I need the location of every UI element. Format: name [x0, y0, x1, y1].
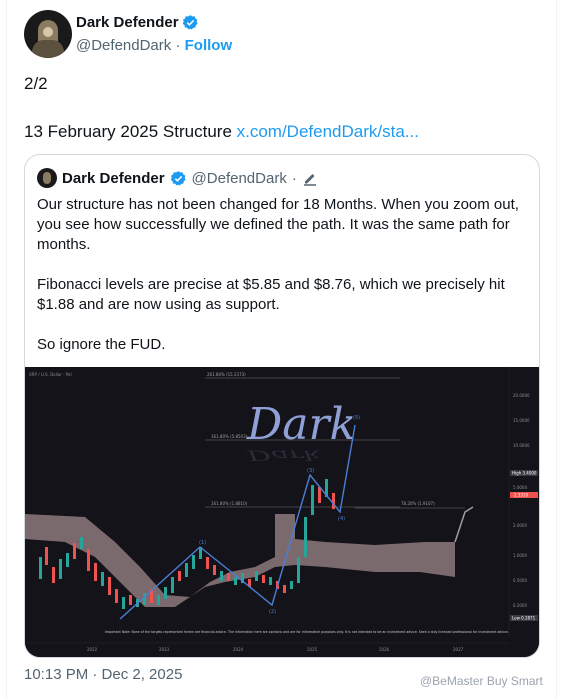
quote-paragraph: So ignore the FUD. — [37, 336, 166, 353]
low-price-tag: Low 0.2871 — [512, 616, 536, 621]
price-label: 0.5000 — [513, 578, 527, 583]
author-avatar[interactable] — [24, 10, 72, 58]
price-label: 15.0000 — [513, 418, 530, 423]
time-label: 2024 — [233, 647, 244, 652]
chart-title: XRP / U.S. Dollar · Pol — [29, 372, 72, 377]
time-label: 2027 — [453, 647, 464, 652]
verified-badge-icon — [182, 15, 198, 30]
author-names: Dark Defender @DefendDark · Follow — [76, 13, 232, 56]
chart-disclaimer: Important Note: None of the targets repr… — [105, 630, 509, 634]
quote-paragraph: Our structure has not been changed for 1… — [37, 196, 519, 253]
tweet-timestamp[interactable]: 10:13 PM · Dec 2, 2025 — [24, 666, 182, 683]
high-price-tag: High 3.4000 — [512, 471, 537, 476]
quote-author-name: Dark Defender — [62, 169, 165, 187]
fib-label: 261.80% (15.2373) — [207, 372, 246, 377]
time-label: 2026 — [379, 647, 390, 652]
price-label: 5.0000 — [513, 485, 527, 490]
quote-body: Our structure has not been changed for 1… — [37, 195, 529, 375]
author-display-name[interactable]: Dark Defender — [76, 13, 232, 33]
timeline-border-left — [6, 0, 7, 698]
wave-label: (1) — [199, 540, 206, 546]
price-label: 2.0000 — [513, 523, 527, 528]
time-label: 2022 — [87, 647, 98, 652]
price-label: 1.0000 — [513, 553, 527, 558]
price-label: 10.0000 — [513, 443, 530, 448]
wave-label: (3) — [307, 468, 314, 474]
tweet-line-1: 2/2 — [24, 74, 48, 93]
quote-paragraph: Fibonacci levels are precise at $5.85 an… — [37, 276, 505, 313]
edited-pencil-icon — [303, 174, 316, 186]
time-label: 2025 — [307, 647, 318, 652]
wave-label: (2) — [269, 609, 276, 615]
fib-label: 78.20% (1.9107) — [401, 501, 435, 506]
tweet-line-2: 13 February 2025 Structure x.com/DefendD… — [24, 122, 419, 141]
price-label: 20.0000 — [513, 393, 530, 398]
time-label: 2023 — [159, 647, 170, 652]
quoted-tweet[interactable]: Dark Defender @DefendDark · Our structur… — [24, 154, 540, 658]
author-subline: @DefendDark · Follow — [76, 36, 233, 54]
quote-header: Dark Defender @DefendDark · — [37, 168, 318, 188]
quote-author-avatar — [37, 168, 57, 188]
timeline-border-right — [556, 0, 557, 698]
wave-label: (4) — [338, 516, 345, 522]
tweet-link[interactable]: x.com/DefendDark/sta... — [237, 122, 419, 141]
current-price-tag: 2.3310 — [514, 493, 528, 498]
wave-label: (5) — [353, 415, 360, 421]
fib-label: 161.80% (5.8503) — [211, 434, 248, 439]
quote-author-handle: @DefendDark — [191, 169, 287, 187]
price-label: 0.2000 — [513, 603, 527, 608]
price-chart-image[interactable]: XRP / U.S. Dollar · Pol 261.80% (15.2373… — [25, 367, 539, 657]
chart-watermark-reflection: Dark — [246, 447, 322, 463]
source-watermark: @BeMaster Buy Smart — [420, 674, 543, 688]
quote-verified-badge-icon — [170, 170, 186, 186]
tweet-header: Dark Defender @DefendDark · Follow — [24, 10, 232, 58]
follow-button[interactable]: Follow — [185, 37, 233, 54]
chart-watermark-text: Dark — [246, 399, 356, 450]
fib-label: 161.80% (1.8810) — [211, 501, 248, 506]
author-handle[interactable]: @DefendDark — [76, 37, 171, 54]
